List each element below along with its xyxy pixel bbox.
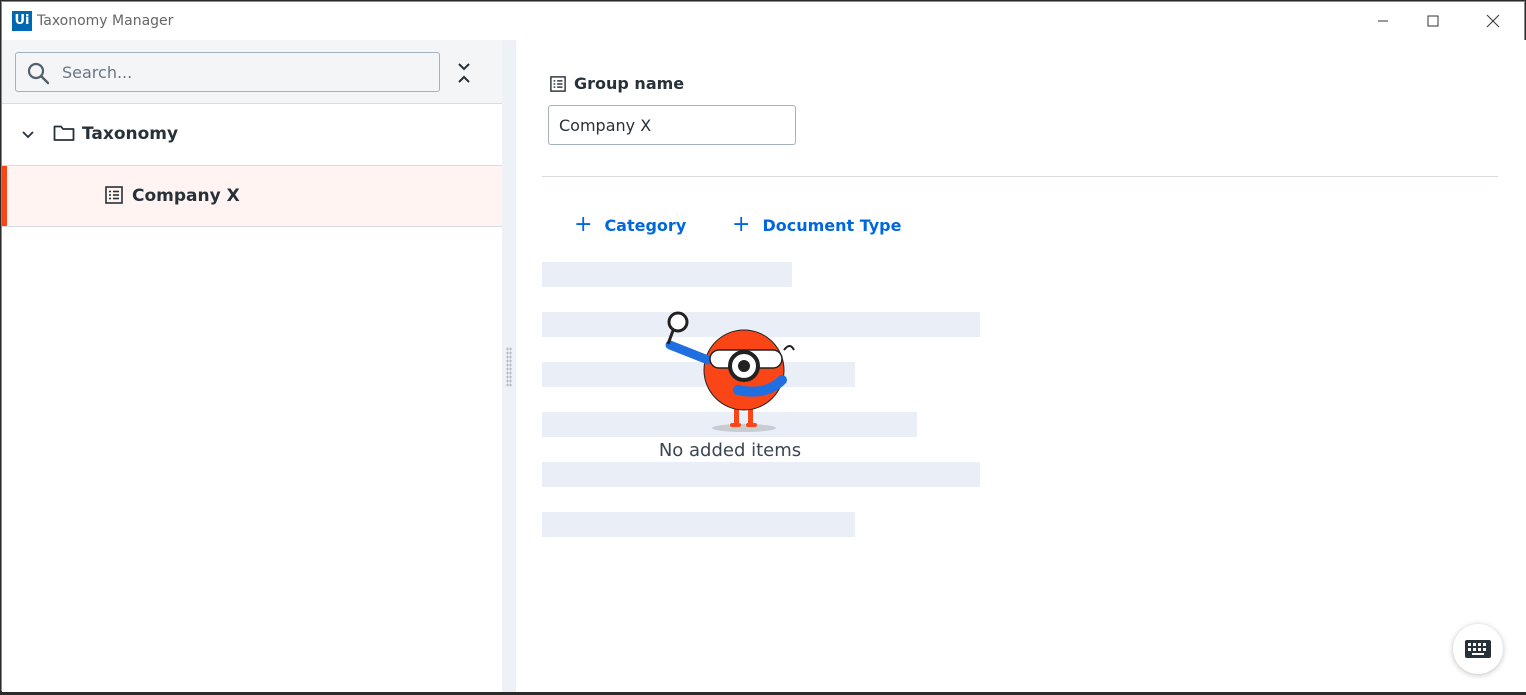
list-icon [105, 186, 123, 204]
add-document-type-button[interactable]: + Document Type [732, 210, 901, 240]
add-document-type-label: Document Type [762, 215, 902, 235]
folder-icon [53, 125, 75, 141]
section-divider [542, 176, 1498, 177]
title-bar: Ui Taxonomy Manager [2, 2, 1524, 40]
close-button[interactable] [1470, 2, 1516, 40]
tree-item-company-x[interactable]: Company X [2, 166, 502, 227]
taxonomy-tree-pane: Taxonomy Company X [2, 40, 502, 692]
taxonomy-manager-window: Ui Taxonomy Manager Search... Taxonomy C… [1, 1, 1526, 692]
skeleton-line [542, 512, 855, 537]
group-details-pane: Group name + Category + Document Type [516, 40, 1526, 692]
skeleton-line [542, 262, 792, 287]
skeleton-line [542, 462, 980, 487]
search-box[interactable] [15, 52, 440, 92]
app-logo-icon: Ui [12, 11, 32, 31]
keyboard-icon [1465, 640, 1491, 658]
minimize-icon [1378, 20, 1388, 22]
close-icon [1486, 14, 1500, 28]
minimize-button[interactable] [1360, 2, 1406, 40]
group-name-label-text: Group name [574, 74, 685, 93]
chevron-down-icon[interactable] [21, 128, 35, 142]
maximize-icon [1427, 15, 1439, 27]
group-name-label: Group name [550, 74, 684, 93]
search-bar [2, 40, 502, 104]
collapse-all-icon [458, 63, 470, 83]
selection-indicator [2, 166, 7, 226]
search-input[interactable] [62, 59, 432, 85]
tree-item-label: Company X [132, 186, 240, 206]
maximize-button[interactable] [1410, 2, 1456, 40]
plus-icon: + [732, 212, 751, 237]
group-name-input[interactable] [548, 105, 796, 145]
tree-item-taxonomy[interactable]: Taxonomy [2, 104, 502, 166]
add-category-label: Category [604, 215, 687, 235]
window-title: Taxonomy Manager [37, 13, 174, 29]
magnifier-mascot-icon [665, 311, 795, 432]
collapse-all-button[interactable] [452, 60, 476, 88]
keyboard-shortcuts-button[interactable] [1453, 624, 1503, 674]
list-icon [550, 75, 566, 92]
tree-item-label: Taxonomy [82, 124, 179, 144]
pane-splitter[interactable] [502, 40, 516, 692]
drag-handle-icon[interactable] [506, 347, 512, 387]
empty-state-text: No added items [658, 440, 802, 461]
search-icon [27, 62, 50, 85]
add-category-button[interactable]: + Category [574, 210, 686, 240]
plus-icon: + [574, 212, 593, 237]
